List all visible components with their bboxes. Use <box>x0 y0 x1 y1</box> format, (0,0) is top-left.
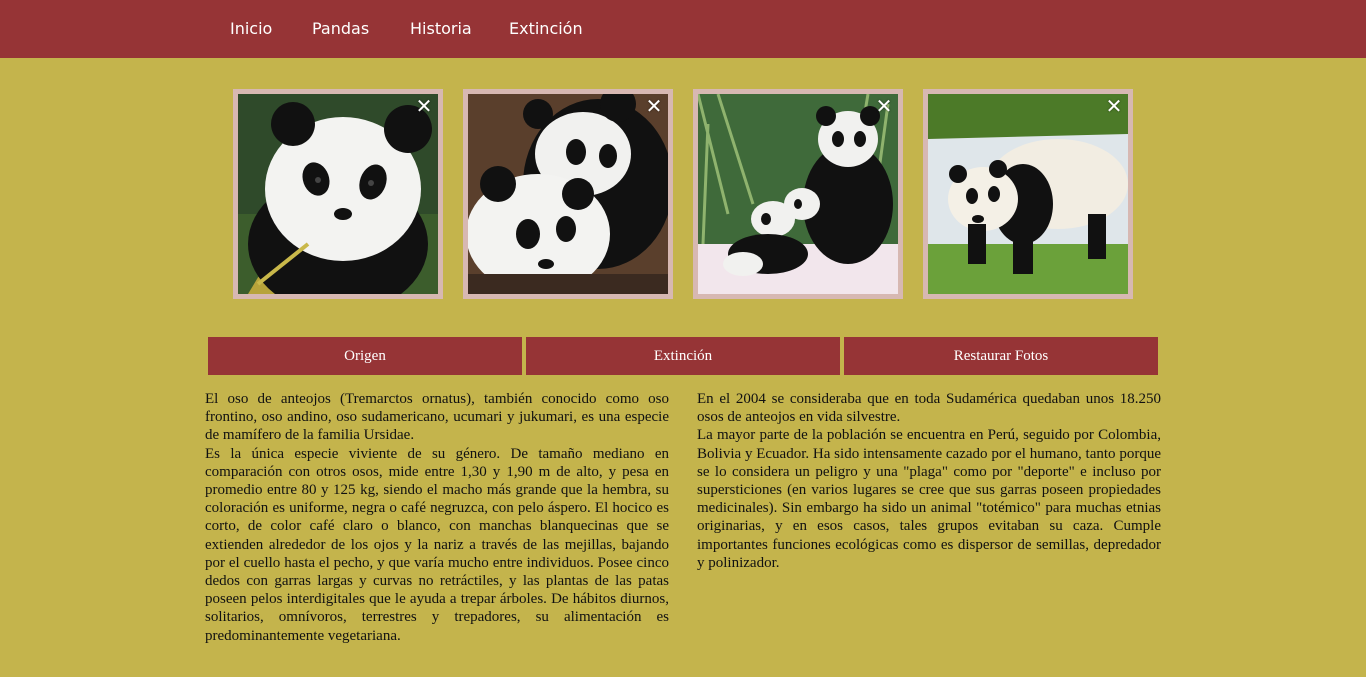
origen-text-column: El oso de anteojos (Tremarctos ornatus),… <box>205 390 669 645</box>
nav-link-extincion[interactable]: Extinción <box>509 0 583 58</box>
nav-link-historia[interactable]: Historia <box>410 0 472 58</box>
nav-link-inicio[interactable]: Inicio <box>230 0 272 58</box>
panda-portrait-image <box>238 94 438 294</box>
close-photo-4-button[interactable]: ✕ <box>1104 95 1124 117</box>
extincion-paragraph-2: La mayor parte de la población se encuen… <box>697 427 1161 571</box>
panda-photo-3: ✕ <box>693 89 903 299</box>
top-navigation-bar: Inicio Pandas Historia Extinción <box>0 0 1366 58</box>
origen-paragraph-1: El oso de anteojos (Tremarctos ornatus),… <box>205 391 669 444</box>
close-photo-2-button[interactable]: ✕ <box>644 95 664 117</box>
panda-photo-2: ✕ <box>463 89 673 299</box>
restaurar-fotos-button[interactable]: Restaurar Fotos <box>844 337 1158 375</box>
origen-button[interactable]: Origen <box>208 337 522 375</box>
photo-gallery: ✕ ✕ ✕ ✕ <box>233 89 1133 299</box>
panda-with-cubs-image <box>698 94 898 294</box>
action-buttons: Origen Extinción Restaurar Fotos <box>208 337 1158 375</box>
nav-link-pandas[interactable]: Pandas <box>312 0 369 58</box>
close-photo-3-button[interactable]: ✕ <box>874 95 894 117</box>
extincion-button[interactable]: Extinción <box>526 337 840 375</box>
panda-on-grass-image <box>928 94 1128 294</box>
close-photo-1-button[interactable]: ✕ <box>414 95 434 117</box>
two-pandas-image <box>468 94 668 294</box>
panda-photo-1: ✕ <box>233 89 443 299</box>
panda-photo-4: ✕ <box>923 89 1133 299</box>
extincion-paragraph-1: En el 2004 se consideraba que en toda Su… <box>697 391 1161 426</box>
origen-paragraph-2: Es la única especie viviente de su géner… <box>205 445 669 644</box>
extincion-text-column: En el 2004 se consideraba que en toda Su… <box>697 390 1161 572</box>
